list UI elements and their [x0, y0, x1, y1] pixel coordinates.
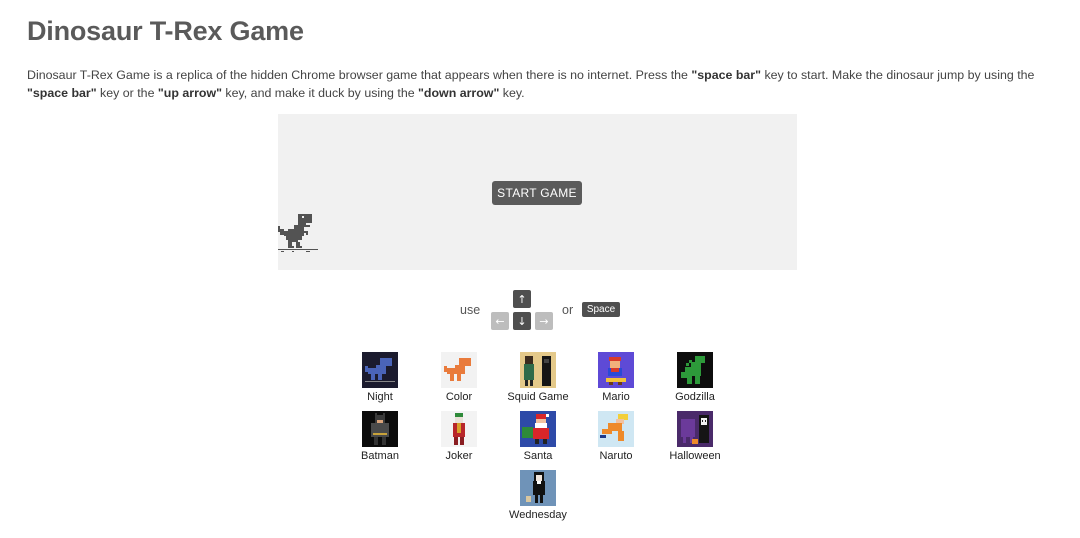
skin-color[interactable]: Color	[419, 352, 499, 403]
halloween-icon	[677, 411, 713, 447]
skin-godzilla[interactable]: Godzilla	[655, 352, 735, 403]
skin-label: Squid Game	[507, 391, 569, 403]
keyboard-controls-hint: use ↑ ← ↓ → or Space	[0, 288, 1080, 332]
space-key-icon: Space	[582, 302, 620, 317]
skin-label: Mario	[602, 391, 630, 403]
squid-game-icon	[520, 352, 556, 388]
left-arrow-key-icon: ←	[491, 312, 509, 330]
santa-icon	[520, 411, 556, 447]
skin-label: Joker	[445, 450, 473, 462]
skin-night[interactable]: Night	[340, 352, 420, 403]
up-arrow-key-icon: ↑	[513, 290, 531, 308]
wednesday-icon	[520, 470, 556, 506]
down-arrow-key-icon: ↓	[513, 312, 531, 330]
right-arrow-key-icon: →	[535, 312, 553, 330]
skin-naruto[interactable]: Naruto	[576, 411, 656, 462]
trex-dinosaur-icon	[278, 214, 318, 252]
skin-joker[interactable]: Joker	[419, 411, 499, 462]
night-dino-icon	[362, 352, 398, 388]
or-label: or	[562, 303, 574, 317]
skin-label: Santa	[523, 450, 553, 462]
skin-label: Wednesday	[509, 509, 567, 521]
mario-icon	[598, 352, 634, 388]
skin-label: Night	[367, 391, 393, 403]
skin-label: Color	[445, 391, 473, 403]
page-description: Dinosaur T-Rex Game is a replica of the …	[27, 68, 1035, 100]
page-title: Dinosaur T-Rex Game	[27, 16, 304, 46]
skin-batman[interactable]: Batman	[340, 411, 420, 462]
skin-squid-game[interactable]: Squid Game	[498, 352, 578, 403]
godzilla-icon	[677, 352, 713, 388]
color-dino-icon	[441, 352, 477, 388]
game-canvas[interactable]: START GAME	[278, 114, 797, 270]
use-label: use	[460, 303, 481, 317]
skin-label: Batman	[361, 450, 399, 462]
skin-label: Naruto	[599, 450, 633, 462]
joker-icon	[441, 411, 477, 447]
skin-label: Godzilla	[675, 391, 715, 403]
batman-icon	[362, 411, 398, 447]
skin-wednesday[interactable]: Wednesday	[498, 470, 578, 521]
start-game-button[interactable]: START GAME	[492, 181, 582, 205]
skin-label: Halloween	[669, 450, 721, 462]
skin-mario[interactable]: Mario	[576, 352, 656, 403]
skin-santa[interactable]: Santa	[498, 411, 578, 462]
naruto-icon	[598, 411, 634, 447]
skin-halloween[interactable]: Halloween	[655, 411, 735, 462]
